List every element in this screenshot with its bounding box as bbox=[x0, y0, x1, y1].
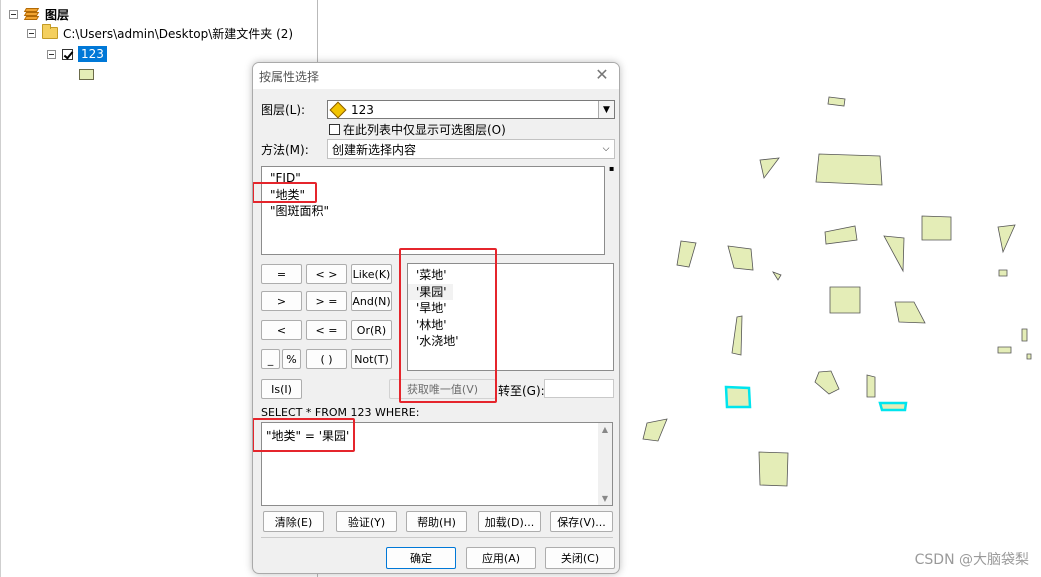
method-label: 方法(M): bbox=[261, 143, 309, 157]
folder-icon bbox=[42, 24, 58, 39]
land-parcel[interactable] bbox=[758, 451, 789, 487]
field-item[interactable]: "图斑面积" bbox=[262, 203, 604, 220]
toc-folder-row[interactable]: C:\Users\admin\Desktop\新建文件夹 (2) bbox=[27, 24, 293, 42]
land-parcel[interactable] bbox=[676, 240, 697, 268]
operator-not-button[interactable]: Not(T) bbox=[351, 349, 392, 369]
land-parcel[interactable] bbox=[997, 346, 1012, 354]
load-button[interactable]: 加载(D)... bbox=[478, 511, 541, 532]
operator-percent-button[interactable]: % bbox=[282, 349, 301, 369]
clear-button[interactable]: 清除(E) bbox=[263, 511, 324, 532]
sql-expression-text: "地类" = '果园' bbox=[266, 429, 350, 443]
field-item[interactable]: "地类" bbox=[262, 187, 604, 204]
watermark: CSDN @大脑袋梨 bbox=[914, 552, 1029, 568]
ok-button[interactable]: 确定 bbox=[386, 547, 456, 569]
land-parcel[interactable] bbox=[998, 269, 1008, 277]
land-parcel[interactable] bbox=[829, 286, 861, 314]
land-parcel[interactable] bbox=[894, 301, 926, 324]
apply-button[interactable]: 应用(A) bbox=[466, 547, 536, 569]
land-parcel[interactable] bbox=[642, 418, 668, 442]
value-item[interactable]: '水浇地' bbox=[408, 333, 613, 350]
dialog-title: 按属性选择 bbox=[259, 70, 320, 84]
toc-root-row[interactable]: 图层 bbox=[9, 5, 69, 23]
help-button[interactable]: 帮助(H) bbox=[406, 511, 467, 532]
save-button[interactable]: 保存(V)... bbox=[550, 511, 613, 532]
scroll-down-icon[interactable]: ▼ bbox=[600, 494, 610, 503]
land-parcel[interactable] bbox=[997, 224, 1016, 254]
method-select[interactable]: 创建新选择内容 ⌵ bbox=[327, 139, 615, 159]
collapse-icon[interactable] bbox=[9, 9, 18, 19]
toc-root-label: 图层 bbox=[45, 7, 70, 22]
selected-land-parcel[interactable] bbox=[878, 401, 908, 412]
land-parcel[interactable] bbox=[866, 374, 876, 398]
land-parcel[interactable] bbox=[772, 271, 782, 281]
land-parcel[interactable] bbox=[815, 153, 883, 186]
land-parcel[interactable] bbox=[824, 225, 858, 245]
goto-label: 转至(G): bbox=[498, 384, 545, 398]
operator-is-button[interactable]: Is(I) bbox=[261, 379, 302, 399]
dialog-separator bbox=[261, 537, 613, 538]
operator-underscore-button[interactable]: _ bbox=[261, 349, 280, 369]
select-by-attributes-dialog: 按属性选择 ✕ 图层(L): 123 ▼ 在此列表中仅显示可选图层(O) 方法(… bbox=[252, 62, 620, 574]
land-parcel[interactable] bbox=[827, 96, 846, 107]
land-parcel[interactable] bbox=[1021, 328, 1028, 342]
value-item[interactable]: '林地' bbox=[408, 317, 613, 334]
dialog-title-bar[interactable]: 按属性选择 ✕ bbox=[253, 63, 619, 89]
only-selectable-option[interactable]: 在此列表中仅显示可选图层(O) bbox=[329, 121, 506, 138]
get-unique-values-button[interactable]: 获取唯一值(V) bbox=[389, 379, 496, 399]
layer-label: 图层(L): bbox=[261, 103, 306, 117]
dropdown-arrow-icon[interactable]: ▼ bbox=[598, 101, 614, 118]
operator-less-equal-button[interactable]: < = bbox=[306, 320, 347, 340]
toc-folder-label: C:\Users\admin\Desktop\新建文件夹 (2) bbox=[63, 26, 294, 41]
collapse-icon[interactable] bbox=[47, 49, 56, 59]
value-item[interactable]: '旱地' bbox=[408, 300, 613, 317]
operator-less-button[interactable]: < bbox=[261, 320, 302, 340]
close-button[interactable]: 关闭(C) bbox=[545, 547, 615, 569]
goto-input[interactable] bbox=[544, 379, 614, 398]
fields-list[interactable]: "FID" "地类" "图斑面积" bbox=[261, 166, 605, 255]
operator-greater-equal-button[interactable]: > = bbox=[306, 291, 347, 311]
land-parcel[interactable] bbox=[727, 245, 754, 271]
verify-button[interactable]: 验证(Y) bbox=[336, 511, 397, 532]
operator-equal-button[interactable]: = bbox=[261, 264, 302, 284]
land-parcel[interactable] bbox=[759, 157, 780, 179]
only-selectable-label: 在此列表中仅显示可选图层(O) bbox=[343, 123, 506, 137]
operator-greater-button[interactable]: > bbox=[261, 291, 302, 311]
operator-and-button[interactable]: And(N) bbox=[351, 291, 392, 311]
operator-like-button[interactable]: Like(K) bbox=[351, 264, 392, 284]
scroll-up-icon[interactable]: ▲ bbox=[600, 425, 610, 434]
land-parcel[interactable] bbox=[921, 215, 952, 241]
operator-parentheses-button[interactable]: ( ) bbox=[306, 349, 347, 369]
selected-land-parcel[interactable] bbox=[724, 385, 752, 409]
toc-layer-row[interactable]: 123 bbox=[47, 45, 107, 63]
list-menu-icon[interactable]: ▪ bbox=[609, 164, 614, 173]
chevron-down-icon[interactable]: ⌵ bbox=[598, 140, 614, 158]
sql-scrollbar[interactable]: ▲ ▼ bbox=[598, 423, 612, 505]
land-parcel[interactable] bbox=[1026, 353, 1032, 360]
method-select-value: 创建新选择内容 bbox=[332, 142, 417, 157]
toc-layer-label[interactable]: 123 bbox=[78, 46, 107, 62]
layer-visibility-checkbox[interactable] bbox=[62, 48, 73, 60]
toc-left-border bbox=[0, 0, 1, 577]
operator-not-equal-button[interactable]: < > bbox=[306, 264, 347, 284]
operator-or-button[interactable]: Or(R) bbox=[351, 320, 392, 340]
land-parcel[interactable] bbox=[731, 315, 743, 356]
close-icon[interactable]: ✕ bbox=[593, 66, 611, 84]
land-parcel[interactable] bbox=[814, 370, 840, 395]
land-parcel[interactable] bbox=[883, 235, 905, 273]
value-item[interactable]: '果园' bbox=[408, 283, 453, 300]
value-item[interactable]: '菜地' bbox=[408, 267, 613, 284]
map-features bbox=[642, 96, 1032, 487]
layer-select-value: 123 bbox=[351, 102, 374, 117]
layer-select[interactable]: 123 ▼ bbox=[327, 100, 615, 119]
sql-prefix-label: SELECT * FROM 123 WHERE: bbox=[261, 406, 420, 419]
field-item[interactable]: "FID" bbox=[262, 170, 604, 187]
sql-expression-input[interactable]: "地类" = '果园' ▲ ▼ bbox=[261, 422, 613, 506]
collapse-icon[interactable] bbox=[27, 28, 36, 38]
unique-values-list[interactable]: '菜地' '果园' '旱地' '林地' '水浇地' bbox=[407, 263, 614, 371]
layers-icon bbox=[23, 7, 40, 21]
only-selectable-checkbox[interactable] bbox=[329, 124, 340, 135]
layer-symbol-swatch bbox=[79, 69, 94, 80]
